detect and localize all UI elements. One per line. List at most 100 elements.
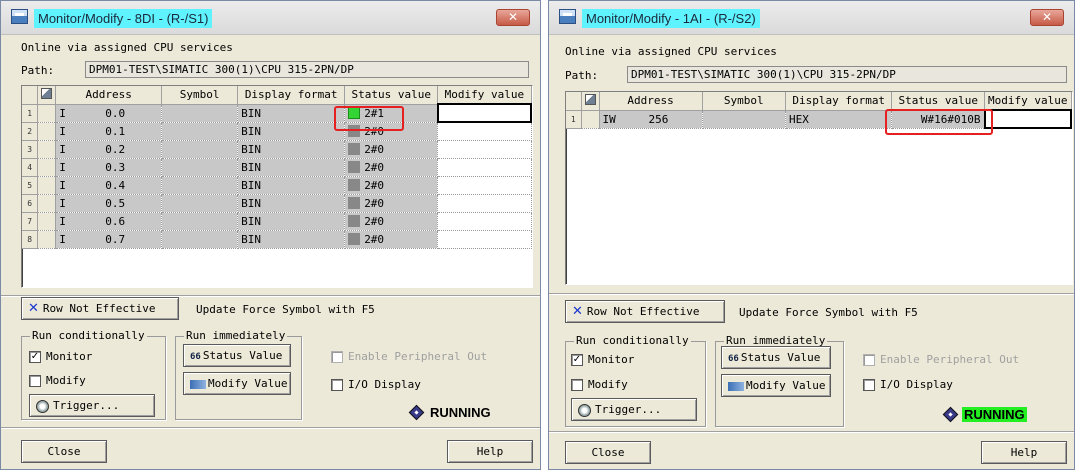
trigger-button[interactable]: Trigger... bbox=[29, 394, 155, 417]
row-not-effective-label: Row Not Effective bbox=[42, 302, 156, 315]
modify-value-input[interactable] bbox=[437, 230, 532, 249]
table-row[interactable]: 1 I 0.0 BIN 2#1 bbox=[22, 103, 533, 123]
path-field: DPM01-TEST\SIMATIC 300(1)\CPU 315-2PN/DP bbox=[85, 61, 529, 78]
display-format-cell[interactable]: BIN bbox=[237, 212, 346, 231]
row-selector[interactable] bbox=[37, 176, 57, 195]
modify-value-input[interactable] bbox=[437, 212, 532, 231]
modify-value-button[interactable]: Modify Value bbox=[183, 372, 291, 395]
address-type: I bbox=[59, 124, 66, 138]
checkbox-box bbox=[29, 374, 41, 387]
modify-value-input[interactable] bbox=[437, 122, 532, 141]
io-display-checkbox[interactable]: I/O Display bbox=[863, 378, 953, 391]
io-display-label: I/O Display bbox=[348, 378, 421, 391]
column-header-display-format[interactable]: Display format bbox=[785, 92, 893, 111]
row-selector[interactable] bbox=[37, 104, 57, 123]
status-value-button[interactable]: 66 Status Value bbox=[183, 344, 291, 367]
modify-value-input[interactable] bbox=[437, 158, 532, 177]
close-button[interactable]: Close bbox=[21, 440, 107, 463]
table-row[interactable]: 3 I 0.2 BIN 2#0 bbox=[22, 140, 532, 159]
symbol-cell bbox=[161, 122, 239, 141]
status-value-highlight bbox=[885, 109, 993, 135]
modify-value-input[interactable] bbox=[983, 109, 1072, 129]
update-force-hint: Update Force Symbol with F5 bbox=[739, 306, 918, 319]
row-number: 2 bbox=[22, 122, 39, 141]
modify-value-input[interactable] bbox=[436, 103, 533, 123]
display-format-cell[interactable]: HEX bbox=[785, 110, 893, 129]
display-format-cell[interactable]: BIN bbox=[237, 158, 346, 177]
modify-value-input[interactable] bbox=[437, 194, 532, 213]
row-selector[interactable] bbox=[37, 140, 57, 159]
column-header-status-value[interactable]: Status value bbox=[891, 92, 985, 111]
column-header-modify-value[interactable]: Modify value bbox=[984, 92, 1072, 111]
row-not-effective-button[interactable]: ✕ Row Not Effective bbox=[21, 297, 179, 320]
row-selector[interactable] bbox=[37, 194, 57, 213]
close-button[interactable]: Close bbox=[565, 441, 651, 464]
column-header-symbol[interactable]: Symbol bbox=[702, 92, 786, 111]
select-all-header[interactable] bbox=[37, 86, 57, 105]
enable-peripheral-out-checkbox[interactable]: Enable Peripheral Out bbox=[863, 353, 1019, 366]
row-selector[interactable] bbox=[581, 110, 600, 129]
modify-value-input[interactable] bbox=[437, 140, 532, 159]
column-header-modify-value[interactable]: Modify value bbox=[437, 86, 532, 105]
row-selector[interactable] bbox=[37, 122, 57, 141]
column-header-status-value[interactable]: Status value bbox=[344, 86, 439, 105]
select-all-header[interactable] bbox=[581, 92, 600, 111]
help-button[interactable]: Help bbox=[447, 440, 533, 463]
row-number: 1 bbox=[22, 104, 39, 123]
row-number: 4 bbox=[22, 158, 39, 177]
status-value-wrap: 2#0 bbox=[348, 143, 434, 156]
variable-table[interactable]: Address Symbol Display format Status val… bbox=[21, 85, 533, 288]
variable-table[interactable]: Address Symbol Display format Status val… bbox=[565, 91, 1073, 285]
x-icon: ✕ bbox=[572, 304, 583, 319]
table-row[interactable]: 6 I 0.5 BIN 2#0 bbox=[22, 194, 532, 213]
window-title: Monitor/Modify - 1AI - (R-/S2) bbox=[582, 9, 760, 28]
modify-value-button[interactable]: Modify Value bbox=[721, 374, 831, 397]
enable-peripheral-out-checkbox[interactable]: Enable Peripheral Out bbox=[331, 350, 487, 363]
monitor-checkbox[interactable]: ✓ Monitor bbox=[29, 350, 92, 363]
status-value: 2#0 bbox=[364, 142, 385, 156]
status-value-label: Status Value bbox=[740, 351, 821, 364]
display-format-cell[interactable]: BIN bbox=[237, 140, 346, 159]
column-header-address[interactable]: Address bbox=[55, 86, 162, 105]
row-not-effective-button[interactable]: ✕ Row Not Effective bbox=[565, 300, 725, 323]
modify-checkbox[interactable]: Modify bbox=[29, 374, 86, 387]
window-close-button[interactable]: ✕ bbox=[1030, 9, 1064, 26]
display-format-cell[interactable]: BIN bbox=[237, 230, 346, 249]
table-row[interactable]: 1 IW 256 HEX W#16#010B bbox=[566, 109, 1072, 129]
help-button[interactable]: Help bbox=[981, 441, 1067, 464]
column-header-display-format[interactable]: Display format bbox=[237, 86, 346, 105]
table-row[interactable]: 2 I 0.1 BIN 2#0 bbox=[22, 122, 532, 141]
table-row[interactable]: 4 I 0.3 BIN 2#0 bbox=[22, 158, 532, 177]
status-value: 2#0 bbox=[364, 196, 385, 210]
row-selector[interactable] bbox=[37, 212, 57, 231]
symbol-cell bbox=[702, 110, 786, 129]
row-selector[interactable] bbox=[37, 230, 57, 249]
table-row[interactable]: 8 I 0.7 BIN 2#0 bbox=[22, 230, 532, 249]
modify-value-label: Modify Value bbox=[208, 377, 288, 390]
status-led-icon bbox=[348, 215, 361, 227]
status-value-button[interactable]: 66 Status Value bbox=[721, 346, 831, 369]
trigger-icon bbox=[36, 399, 49, 413]
row-number: 8 bbox=[22, 230, 39, 249]
status-value-cell: 2#0 bbox=[344, 194, 439, 213]
display-format-cell[interactable]: BIN bbox=[237, 194, 346, 213]
column-header-address[interactable]: Address bbox=[599, 92, 703, 111]
row-selector[interactable] bbox=[37, 158, 57, 177]
address-value: 0.6 bbox=[105, 214, 126, 228]
display-format-cell[interactable]: BIN bbox=[237, 104, 346, 123]
display-format-cell[interactable]: BIN bbox=[237, 176, 346, 195]
modify-value-input[interactable] bbox=[437, 176, 532, 195]
trigger-label: Trigger... bbox=[595, 403, 662, 416]
io-display-checkbox[interactable]: I/O Display bbox=[331, 378, 421, 391]
trigger-button[interactable]: Trigger... bbox=[571, 398, 697, 421]
running-label: RUNNING bbox=[430, 405, 491, 420]
table-row[interactable]: 7 I 0.6 BIN 2#0 bbox=[22, 212, 532, 231]
symbol-cell bbox=[161, 104, 239, 123]
trigger-icon bbox=[578, 403, 591, 417]
monitor-checkbox[interactable]: ✓ Monitor bbox=[571, 353, 634, 366]
window-close-button[interactable]: ✕ bbox=[496, 9, 530, 26]
display-format-cell[interactable]: BIN bbox=[237, 122, 346, 141]
column-header-symbol[interactable]: Symbol bbox=[161, 86, 239, 105]
table-row[interactable]: 5 I 0.4 BIN 2#0 bbox=[22, 176, 532, 195]
modify-checkbox[interactable]: Modify bbox=[571, 378, 628, 391]
